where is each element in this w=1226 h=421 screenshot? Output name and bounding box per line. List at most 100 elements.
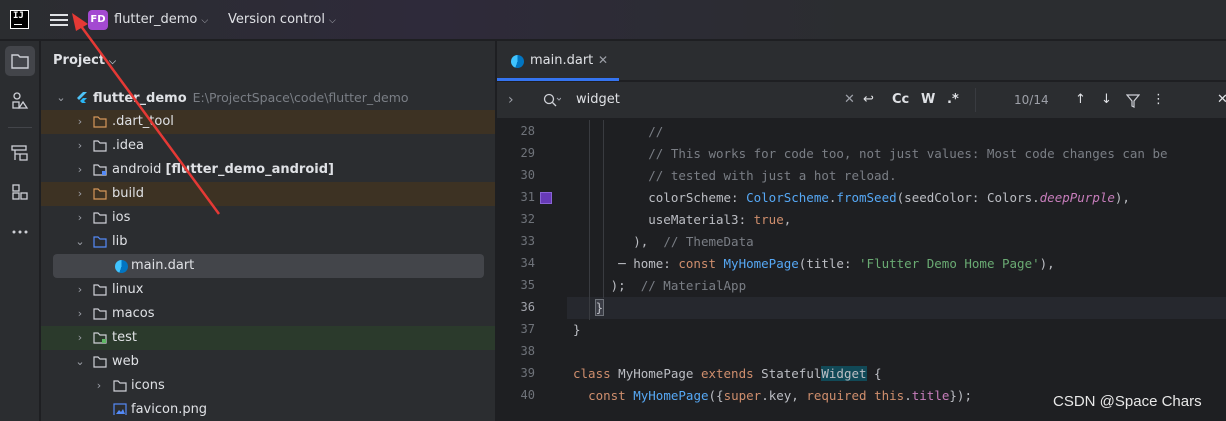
- chevron-down-icon[interactable]: ⌄: [74, 230, 86, 254]
- folder-icon: [93, 212, 107, 224]
- match-count: 10/14: [1014, 93, 1049, 107]
- folder-icon: [93, 308, 107, 320]
- tree-row-android[interactable]: › android [flutter_demo_android]: [41, 158, 495, 182]
- watermark-text: CSDN @Space Chars: [1053, 393, 1202, 410]
- tree-label: .dart_tool: [112, 114, 174, 129]
- tree-label: linux: [112, 282, 144, 297]
- tree-row-icons[interactable]: › icons: [41, 374, 495, 398]
- panel-title: Project: [53, 53, 106, 68]
- chevron-right-icon[interactable]: ›: [74, 134, 86, 158]
- tool-window-strip: [0, 41, 40, 421]
- tab-label: main.dart: [530, 53, 594, 68]
- tree-row-lib[interactable]: ⌄ lib: [41, 230, 495, 254]
- regex-toggle[interactable]: .*: [947, 92, 959, 107]
- tree-row-flutter-demo[interactable]: ⌄ flutter_demo E:\ProjectSpace\code\flutt…: [41, 86, 495, 110]
- tree-row-linux[interactable]: › linux: [41, 278, 495, 302]
- chevron-down-icon[interactable]: ⌄: [55, 86, 67, 110]
- tree-row-macos[interactable]: › macos: [41, 302, 495, 326]
- tree-row-build[interactable]: › build: [41, 182, 495, 206]
- code-line: ); // MaterialApp: [573, 278, 747, 293]
- chevron-right-icon[interactable]: ›: [74, 326, 86, 350]
- tab-main-dart[interactable]: main.dart ✕: [497, 41, 619, 81]
- structure-tool-button[interactable]: [5, 86, 35, 116]
- folder-icon: [113, 380, 127, 392]
- chevron-right-icon[interactable]: ›: [74, 110, 86, 134]
- expand-replace-icon[interactable]: ›: [508, 92, 514, 108]
- tree-row-idea[interactable]: › .idea: [41, 134, 495, 158]
- chevron-right-icon[interactable]: ›: [74, 158, 86, 182]
- tree-label: flutter_demo: [93, 91, 187, 106]
- module-folder-icon: [93, 164, 107, 176]
- line-number: 32: [520, 212, 535, 226]
- flutter-module-icon: [77, 92, 87, 103]
- project-tool-button[interactable]: [5, 46, 35, 76]
- tree-label: macos: [112, 306, 155, 321]
- whole-words-toggle[interactable]: W: [921, 92, 935, 107]
- code-line: }: [594, 299, 605, 316]
- line-number: 29: [520, 146, 535, 160]
- search-input[interactable]: widget: [576, 92, 620, 107]
- code-line: ), // ThemeData: [573, 234, 754, 249]
- close-icon[interactable]: ✕: [598, 53, 608, 67]
- folder-icon: [93, 284, 107, 296]
- project-selector[interactable]: flutter_demo ⌵: [114, 12, 208, 27]
- chevron-right-icon[interactable]: ›: [74, 302, 86, 326]
- dart-file-icon: [115, 260, 128, 273]
- image-file-icon: [113, 403, 127, 415]
- dart-file-icon: [511, 55, 524, 68]
- editor-area: main.dart ✕ › widget ✕ ↩ Cc W .* 10/14 ↑…: [497, 41, 1226, 421]
- excluded-folder-icon: [93, 188, 107, 200]
- previous-occurrence-icon[interactable]: ↑: [1075, 92, 1086, 107]
- find-bar: › widget ✕ ↩ Cc W .* 10/14 ↑ ↓ ⋮ ✕: [497, 82, 1226, 119]
- code-line: class MyHomePage extends StatefulWidget …: [573, 366, 882, 381]
- plugins-tool-button[interactable]: [5, 177, 35, 207]
- chevron-right-icon[interactable]: ›: [93, 374, 105, 398]
- test-folder-icon: [93, 332, 107, 344]
- color-preview-swatch[interactable]: [540, 192, 552, 204]
- excluded-folder-icon: [93, 116, 107, 128]
- code-line: useMaterial3: true,: [573, 212, 792, 227]
- tree-row-web[interactable]: ⌄ web: [41, 350, 495, 374]
- chevron-down-icon[interactable]: ⌄: [74, 350, 86, 374]
- line-number: 37: [520, 322, 535, 336]
- filter-icon[interactable]: [1126, 94, 1140, 108]
- build-variants-button[interactable]: [5, 138, 35, 168]
- more-options-icon[interactable]: ⋮: [1152, 92, 1165, 107]
- match-case-toggle[interactable]: Cc: [892, 92, 909, 107]
- chevron-right-icon[interactable]: ›: [74, 278, 86, 302]
- new-line-icon[interactable]: ↩: [863, 92, 874, 107]
- line-number: 34: [520, 256, 535, 270]
- current-line-highlight: [567, 297, 1226, 319]
- code-editor[interactable]: // // This works for code too, not just …: [567, 120, 1226, 421]
- tree-label: test: [112, 330, 137, 345]
- structure-icon: [12, 92, 29, 109]
- tree-row-dart-tool[interactable]: › .dart_tool: [41, 110, 495, 134]
- clear-search-icon[interactable]: ✕: [844, 92, 855, 107]
- code-line: // This works for code too, not just val…: [648, 146, 1168, 161]
- folder-icon: [93, 356, 107, 368]
- tree-label: favicon.png: [131, 402, 208, 417]
- tree-row-test[interactable]: › test: [41, 326, 495, 350]
- intellij-logo-icon: IJ: [10, 10, 29, 29]
- more-tools-button[interactable]: [5, 217, 35, 247]
- title-bar: IJ FD flutter_demo ⌵ Version control ⌵: [0, 0, 1226, 40]
- chevron-right-icon[interactable]: ›: [74, 206, 86, 230]
- folder-icon: [93, 140, 107, 152]
- editor-tab-bar: main.dart ✕: [497, 41, 1226, 81]
- chevron-right-icon[interactable]: ›: [74, 182, 86, 206]
- tree-row-favicon[interactable]: favicon.png: [41, 398, 495, 421]
- next-occurrence-icon[interactable]: ↓: [1101, 92, 1112, 107]
- project-panel: Project ⌵ ⌄ flutter_demo E:\ProjectSpace\c…: [41, 41, 496, 421]
- version-control-menu[interactable]: Version control ⌵: [228, 12, 336, 27]
- code-line: colorScheme: ColorScheme.fromSeed(seedCo…: [573, 190, 1130, 205]
- project-panel-header[interactable]: Project ⌵: [53, 53, 116, 68]
- search-icon[interactable]: [543, 93, 561, 107]
- close-find-icon[interactable]: ✕: [1217, 92, 1226, 107]
- tree-row-ios[interactable]: › ios: [41, 206, 495, 230]
- main-menu-button[interactable]: [49, 11, 69, 29]
- tree-path: E:\ProjectSpace\code\flutter_demo: [192, 90, 409, 105]
- line-number: 30: [520, 168, 535, 182]
- tree-row-main-dart[interactable]: main.dart: [53, 254, 484, 278]
- chevron-down-icon: ⌵: [109, 57, 116, 67]
- project-badge[interactable]: FD: [88, 10, 108, 30]
